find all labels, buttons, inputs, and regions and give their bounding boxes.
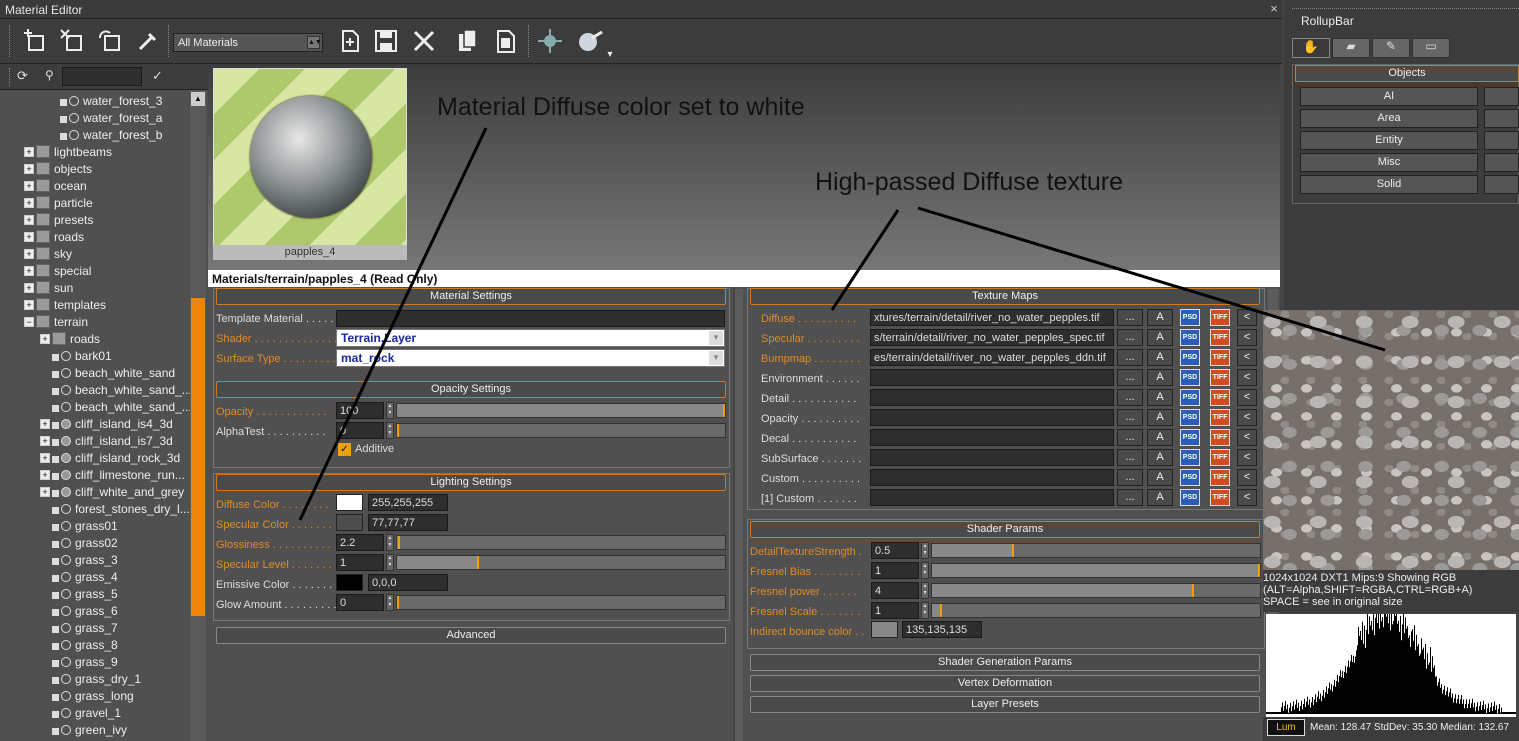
annotation-line-texture-preview: [917, 206, 1386, 352]
annotation-texture-note: High-passed Diffuse texture: [815, 168, 1124, 196]
annotation-line-diffuse: [298, 127, 488, 521]
annotation-diffuse-note: Material Diffuse color set to white: [437, 93, 805, 121]
annotation-line-texture-slot: [830, 209, 900, 311]
